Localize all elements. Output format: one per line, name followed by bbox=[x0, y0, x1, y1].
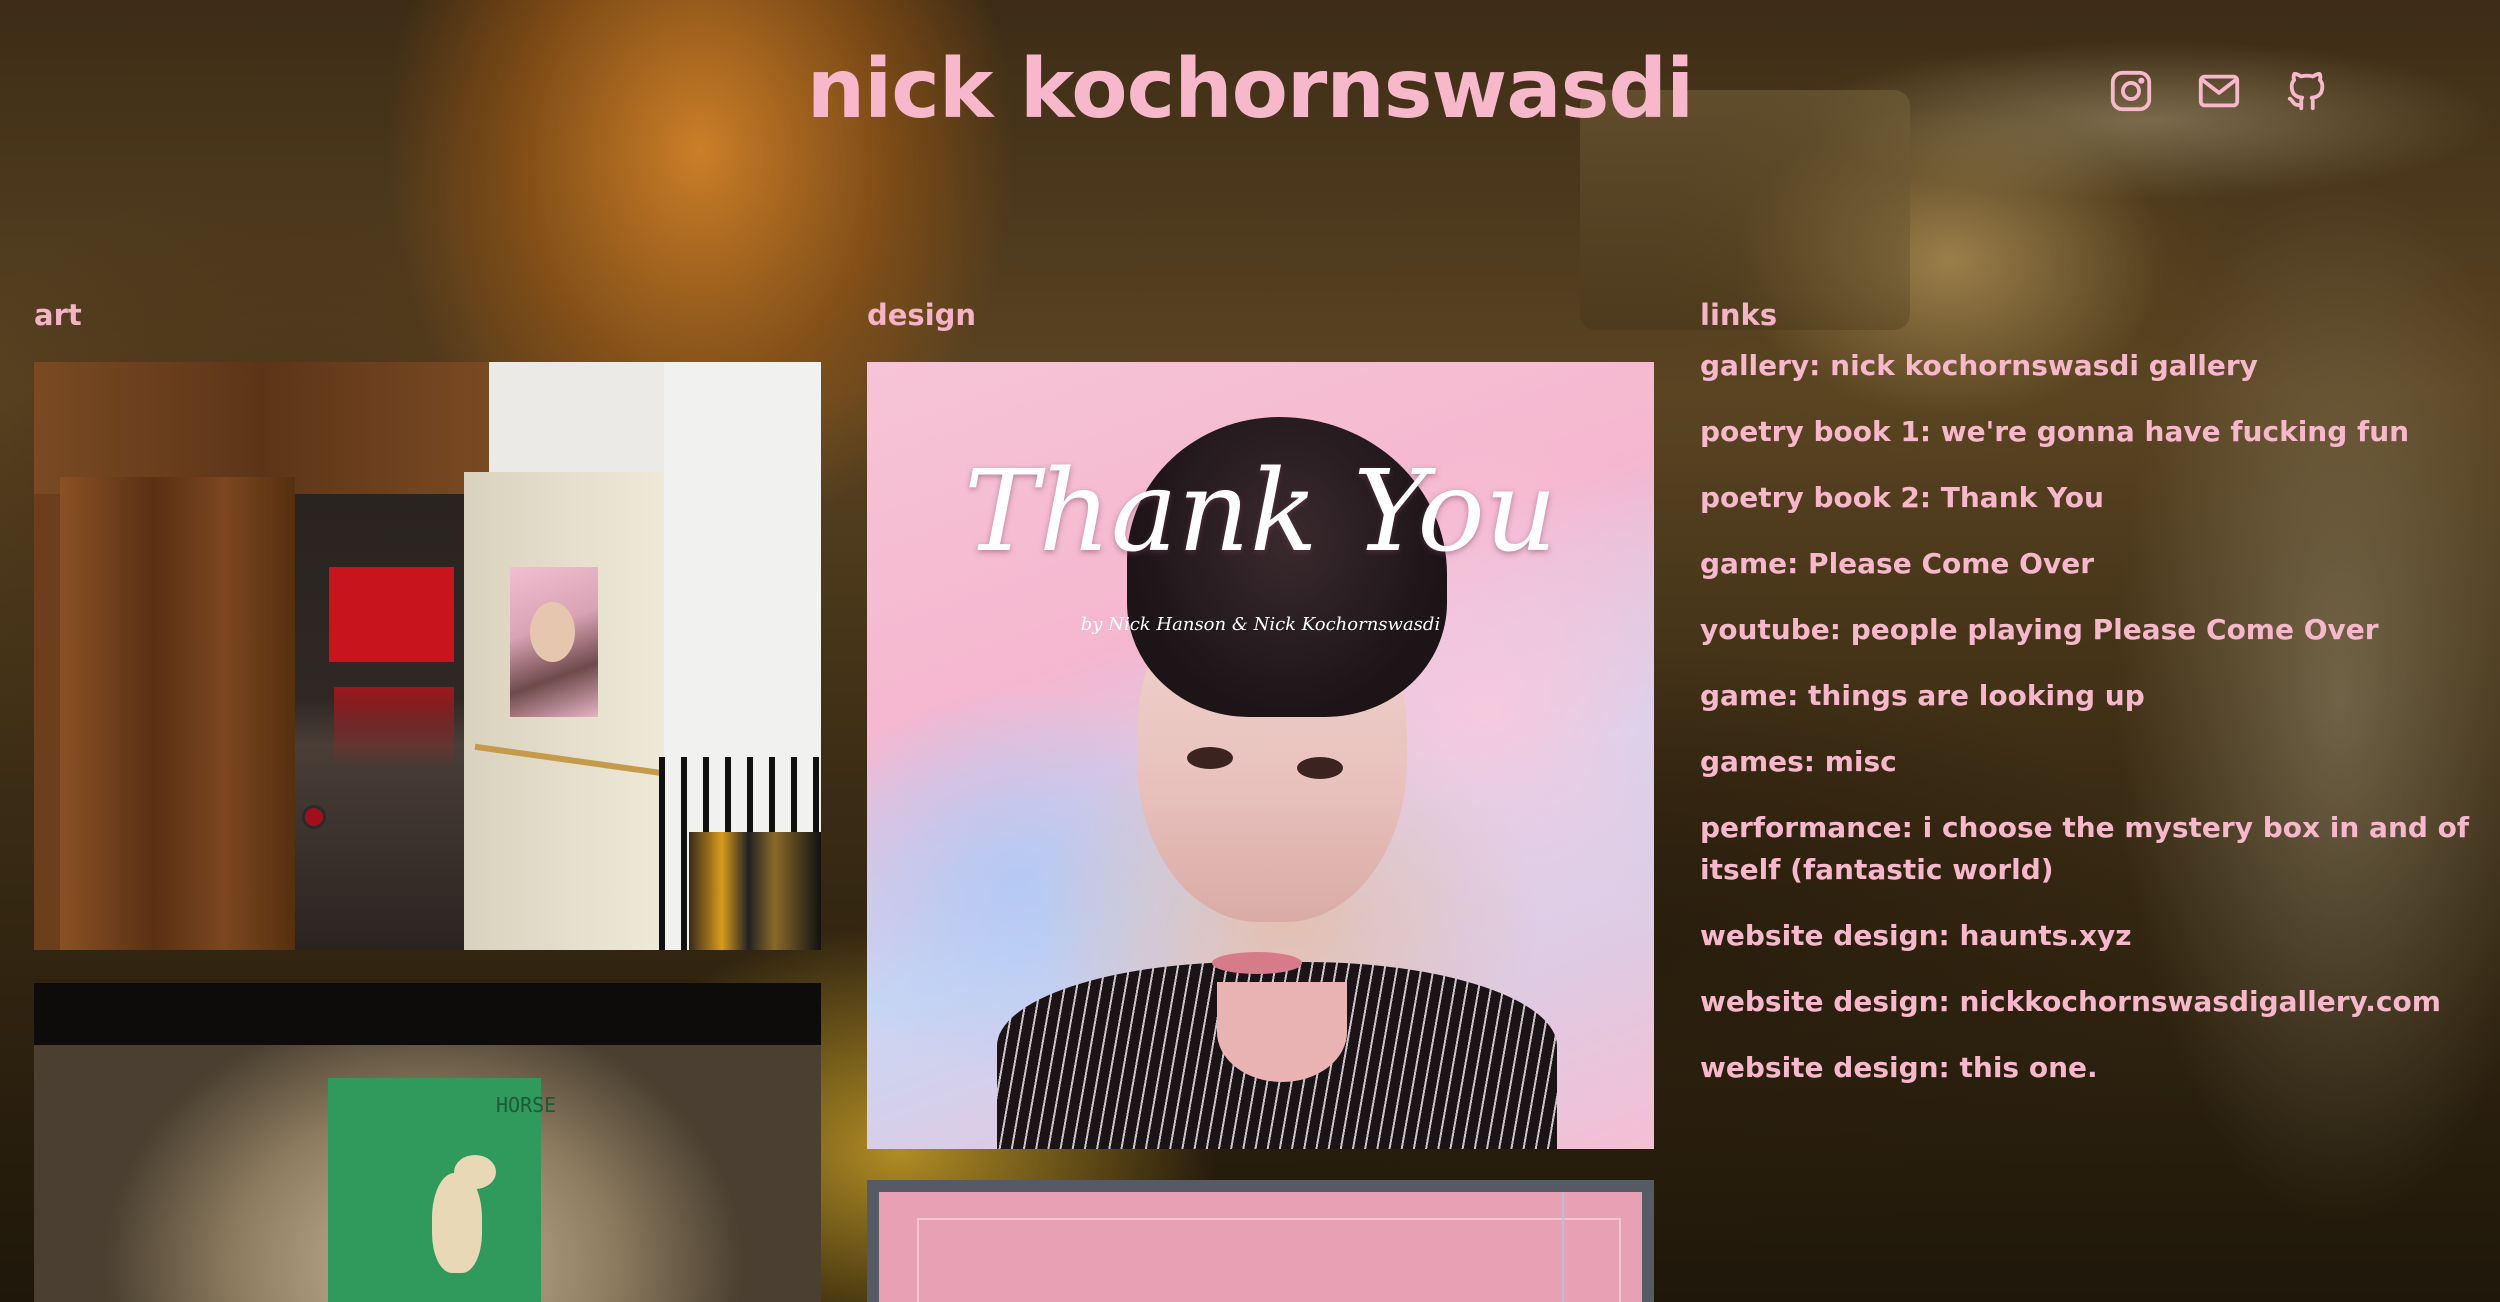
list-item: website design: nickkochornswasdigallery… bbox=[1700, 981, 2490, 1023]
link-this-website[interactable]: website design: this one. bbox=[1700, 1047, 2490, 1089]
art-horse-banner-image[interactable]: HORSE bbox=[34, 983, 821, 1302]
link-gallery-website[interactable]: website design: nickkochornswasdigallery… bbox=[1700, 981, 2490, 1023]
github-icon[interactable] bbox=[2284, 68, 2330, 114]
social-links bbox=[2108, 68, 2330, 114]
art-gallery-doorway-image[interactable] bbox=[34, 362, 821, 950]
wooden-door bbox=[60, 477, 295, 950]
list-item: website design: this one. bbox=[1700, 1047, 2490, 1089]
list-item: poetry book 1: we're gonna have fucking … bbox=[1700, 411, 2490, 453]
instagram-icon[interactable] bbox=[2108, 68, 2154, 114]
art-heading: art bbox=[34, 298, 82, 332]
list-item: game: Please Come Over bbox=[1700, 543, 2490, 585]
list-item: website design: haunts.xyz bbox=[1700, 915, 2490, 957]
red-curtain-artwork bbox=[329, 567, 454, 662]
cover-title: Thank You bbox=[964, 447, 1557, 577]
link-poetry-book-1[interactable]: poetry book 1: we're gonna have fucking … bbox=[1700, 411, 2490, 453]
list-item: performance: i choose the mystery box in… bbox=[1700, 807, 2490, 891]
link-performance[interactable]: performance: i choose the mystery box in… bbox=[1700, 807, 2490, 891]
link-game-things-are-looking-up[interactable]: game: things are looking up bbox=[1700, 675, 2490, 717]
link-poetry-book-2[interactable]: poetry book 2: Thank You bbox=[1700, 477, 2490, 519]
thank-you-cover-image[interactable]: Thank You by Nick Hanson & Nick Kochorns… bbox=[867, 362, 1654, 1149]
links-heading: links bbox=[1700, 298, 1778, 332]
mail-icon[interactable] bbox=[2196, 68, 2242, 114]
link-haunts[interactable]: website design: haunts.xyz bbox=[1700, 915, 2490, 957]
list-item: youtube: people playing Please Come Over bbox=[1700, 609, 2490, 651]
link-youtube[interactable]: youtube: people playing Please Come Over bbox=[1700, 609, 2490, 651]
link-gallery[interactable]: gallery: nick kochornswasdi gallery bbox=[1700, 345, 2490, 387]
list-item: game: things are looking up bbox=[1700, 675, 2490, 717]
cover-byline: by Nick Hanson & Nick Kochornswasdi bbox=[1080, 614, 1441, 635]
design-pink-card-image[interactable] bbox=[867, 1180, 1654, 1302]
horse-sign-text: HORSE bbox=[496, 1093, 557, 1117]
link-games-misc[interactable]: games: misc bbox=[1700, 741, 2490, 783]
horse-figure bbox=[432, 1173, 482, 1273]
list-item: poetry book 2: Thank You bbox=[1700, 477, 2490, 519]
design-heading: design bbox=[867, 298, 977, 332]
list-item: gallery: nick kochornswasdi gallery bbox=[1700, 345, 2490, 387]
list-item: games: misc bbox=[1700, 741, 2490, 783]
links-list: gallery: nick kochornswasdi gallery poet… bbox=[1700, 345, 2490, 1113]
link-game-please-come-over[interactable]: game: Please Come Over bbox=[1700, 543, 2490, 585]
